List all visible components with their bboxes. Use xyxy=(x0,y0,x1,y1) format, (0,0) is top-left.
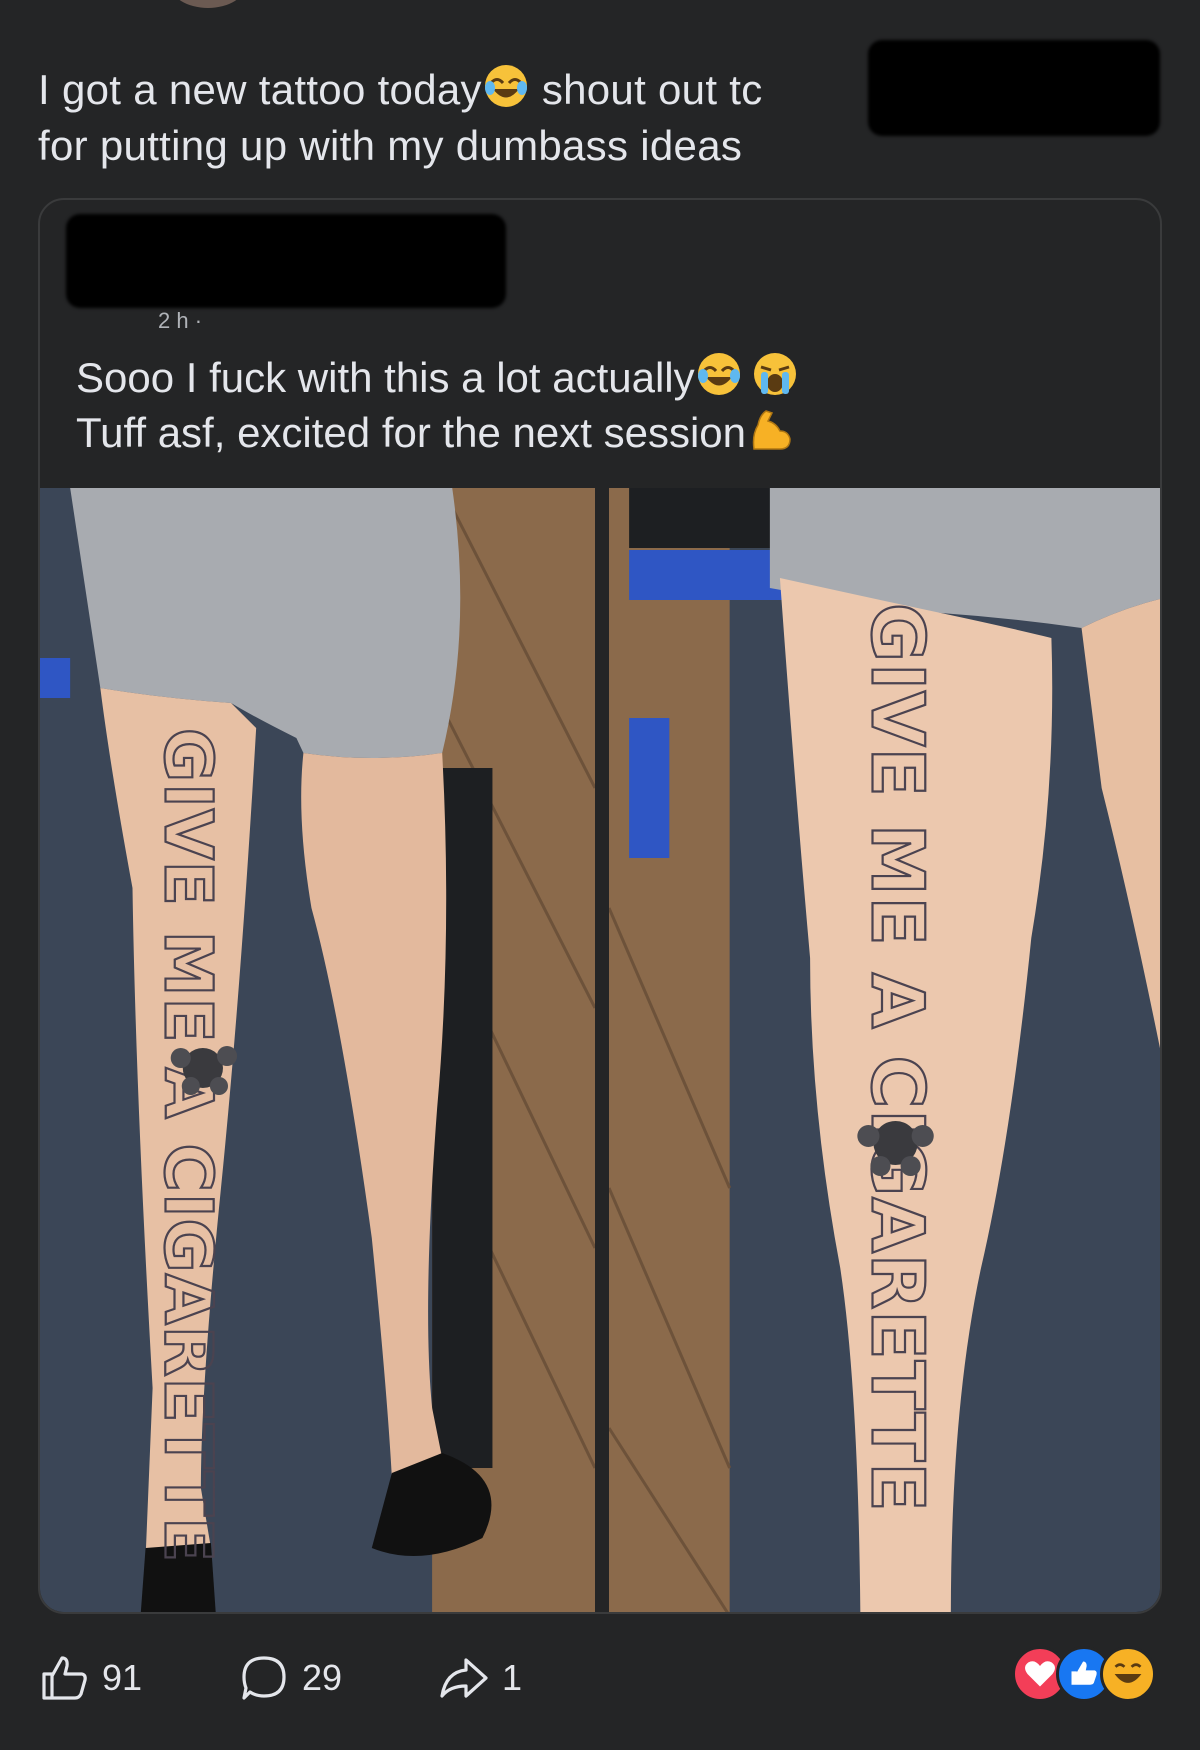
joy-emoji-icon xyxy=(484,65,527,107)
redacted-name-box xyxy=(868,40,1160,136)
shared-post-line-1: Sooo I fuck with this a lot actually xyxy=(76,354,695,401)
comment-button[interactable]: 29 xyxy=(238,1650,342,1706)
like-count: 91 xyxy=(102,1657,143,1698)
avatar[interactable] xyxy=(170,0,246,8)
share-arrow-icon xyxy=(440,1658,488,1698)
share-count: 1 xyxy=(502,1657,523,1698)
post-screenshot: I got a new tattoo today shout out tc fo… xyxy=(0,0,1200,1750)
leg-tattoo-text-left: GIVE ME A CIGARETTE xyxy=(150,728,227,1563)
haha-icon xyxy=(1100,1646,1156,1702)
reaction-summary[interactable] xyxy=(1012,1646,1162,1706)
flexed-biceps-emoji-icon xyxy=(752,410,791,450)
post-caption-part-2: shout out tc xyxy=(529,66,763,113)
redacted-author-box xyxy=(66,214,506,308)
photo-left[interactable]: GIVE ME A CIGARETTE xyxy=(40,488,595,1612)
shared-post-line-2: Tuff asf, excited for the next session xyxy=(76,409,747,456)
comment-count: 29 xyxy=(302,1657,343,1698)
shared-post-timestamp: 2 h · xyxy=(158,308,203,333)
post-caption-part-1: I got a new tattoo today xyxy=(38,66,482,113)
leg-tattoo-photo-left: GIVE ME A CIGARETTE xyxy=(40,488,595,1612)
photo-grid: GIVE ME A CIGARETTE GIVE ME A CIGARETTE xyxy=(40,488,1160,1612)
loudly-crying-emoji-icon xyxy=(753,353,796,395)
leg-tattoo-text-right: GIVE ME A CIGARETTE xyxy=(854,603,938,1513)
share-button[interactable]: 1 xyxy=(438,1650,522,1706)
shared-post-text: Sooo I fuck with this a lot actually Tuf… xyxy=(76,350,1136,460)
comment-bubble-icon xyxy=(242,1656,286,1700)
like-button[interactable]: 91 xyxy=(38,1650,142,1706)
photo-right[interactable]: GIVE ME A CIGARETTE xyxy=(609,488,1160,1612)
joy-emoji-icon xyxy=(697,353,740,395)
shared-post-card[interactable]: 2 h · Sooo I fuck with this a lot actual… xyxy=(38,198,1162,1614)
leg-tattoo-photo-right: GIVE ME A CIGARETTE xyxy=(609,488,1160,1612)
action-bar: 91 29 1 xyxy=(38,1640,1162,1720)
thumbs-up-icon xyxy=(42,1656,87,1700)
